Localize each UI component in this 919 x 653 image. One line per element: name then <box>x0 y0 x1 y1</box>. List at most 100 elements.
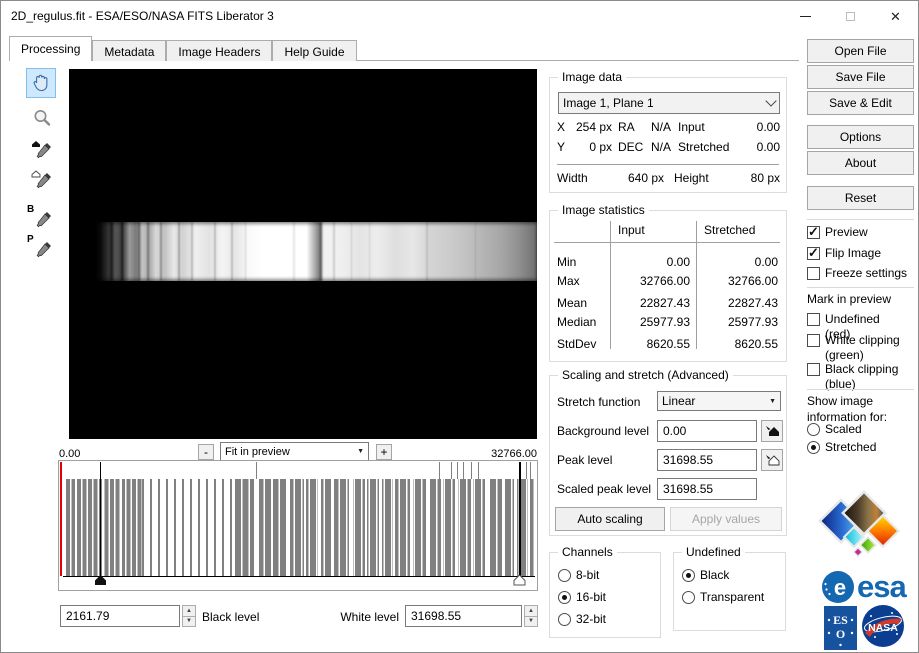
mark-option-white-clipping-green-[interactable]: White clipping (green) <box>807 333 908 363</box>
black-level-stepper[interactable]: ▲▼ <box>182 605 196 627</box>
histogram-gap <box>471 479 473 576</box>
stepper-up-icon[interactable]: ▲ <box>182 605 196 617</box>
checkbox-icon[interactable] <box>807 313 820 326</box>
histogram-gap <box>528 479 530 576</box>
histogram-range-select[interactable]: Fit in preview ▼ <box>220 442 369 461</box>
minimize-button[interactable] <box>783 2 828 31</box>
view-option-flip-image[interactable]: Flip Image <box>807 246 881 261</box>
magnifier-icon <box>32 108 52 128</box>
mark-in-preview-title: Mark in preview <box>807 292 891 308</box>
stat-input-mean: 22827.43 <box>614 296 690 310</box>
histogram-zoom-out-button[interactable]: - <box>198 444 214 460</box>
checkbox-icon[interactable] <box>807 226 820 239</box>
radio-icon[interactable] <box>807 423 820 436</box>
channel-16-bit[interactable]: 16-bit <box>558 590 606 605</box>
checkbox-icon[interactable] <box>807 334 820 347</box>
zoom-tool-button[interactable] <box>27 103 57 133</box>
histogram-zoom-in-button[interactable]: + <box>376 444 392 460</box>
stepper-down-icon[interactable]: ▼ <box>524 617 538 628</box>
stretch-function-value: Linear <box>662 394 765 408</box>
radio-icon[interactable] <box>807 441 820 454</box>
mark-option-black-clipping-blue-[interactable]: Black clipping (blue) <box>807 362 908 392</box>
white-level-stepper[interactable]: ▲▼ <box>524 605 538 627</box>
options-button[interactable]: Options <box>807 125 914 149</box>
tab-help-guide[interactable]: Help Guide <box>272 40 356 61</box>
histogram-gap <box>102 479 104 576</box>
radio-icon[interactable] <box>682 591 695 604</box>
hand-tool-button[interactable] <box>26 68 56 98</box>
histogram-gap <box>393 479 395 576</box>
radio-icon[interactable] <box>558 591 571 604</box>
black-level-marker[interactable] <box>94 575 107 586</box>
svg-text:e: e <box>834 575 846 600</box>
stretch-function-select[interactable]: Linear ▼ <box>657 391 781 411</box>
save-edit-button[interactable]: Save & Edit <box>807 91 914 115</box>
checkbox-icon[interactable] <box>807 267 820 280</box>
checkbox-icon[interactable] <box>807 247 820 260</box>
histogram-gap <box>120 479 122 576</box>
apply-values-button: Apply values <box>670 507 782 531</box>
image-statistics-group: Image statistics Input Stretched Min0.00… <box>549 210 787 362</box>
channel-8-bit[interactable]: 8-bit <box>558 568 599 583</box>
scaled-peak-level-input[interactable]: 31698.55 <box>657 478 757 500</box>
background-picker-tool-button[interactable] <box>27 135 57 165</box>
channel-label: 8-bit <box>571 568 599 583</box>
view-option-preview[interactable]: Preview <box>807 225 868 240</box>
show-info-option-stretched[interactable]: Stretched <box>807 440 876 455</box>
tab-image-headers[interactable]: Image Headers <box>166 40 272 61</box>
peak-marker-button[interactable] <box>761 449 783 471</box>
nasa-logo-icon: NASA <box>861 604 905 648</box>
histogram-canvas[interactable] <box>58 460 538 591</box>
undefined-option-black[interactable]: Black <box>682 568 729 583</box>
view-option-freeze-settings[interactable]: Freeze settings <box>807 266 907 281</box>
stepper-up-icon[interactable]: ▲ <box>524 605 538 617</box>
histogram-range-value: Fit in preview <box>225 446 353 458</box>
absorption-line <box>178 222 180 281</box>
absorption-line <box>138 222 140 281</box>
radio-icon[interactable] <box>558 613 571 626</box>
tab-metadata[interactable]: Metadata <box>92 40 166 61</box>
plane-select[interactable]: Image 1, Plane 1 <box>558 92 780 114</box>
stat-label-median: Median <box>557 315 596 329</box>
background-level-input[interactable]: 0.00 <box>657 420 757 442</box>
white-level-marker[interactable] <box>513 575 526 586</box>
reset-button[interactable]: Reset <box>807 186 914 210</box>
tab-processing[interactable]: Processing <box>9 36 92 61</box>
histogram-gap <box>254 479 259 576</box>
show-info-option-scaled[interactable]: Scaled <box>807 422 862 437</box>
black-level-input[interactable]: 2161.79 <box>60 605 180 627</box>
close-button[interactable]: ✕ <box>873 2 918 31</box>
radio-icon[interactable] <box>558 569 571 582</box>
radio-icon[interactable] <box>682 569 695 582</box>
black-level-marker-line <box>100 462 102 576</box>
background-marker-button[interactable] <box>761 420 783 442</box>
peak-picker-tool-button[interactable] <box>27 165 57 195</box>
chevron-down-icon: ▼ <box>765 398 776 405</box>
about-button[interactable]: About <box>807 151 914 175</box>
show-info-option-label: Stretched <box>820 440 876 455</box>
table-divider <box>610 221 611 349</box>
channel-label: 32-bit <box>571 612 606 627</box>
save-file-button[interactable]: Save File <box>807 65 914 89</box>
divider <box>807 287 914 288</box>
app-window: 2D_regulus.fit - ESA/ESO/NASA FITS Liber… <box>0 0 919 653</box>
checkbox-icon[interactable] <box>807 363 820 376</box>
peak-level-input[interactable]: 31698.55 <box>657 449 757 471</box>
black-level-picker-tool-button[interactable]: B <box>27 204 57 234</box>
divider <box>557 164 779 165</box>
stat-label-max: Max <box>557 274 580 288</box>
histogram-tick <box>256 462 257 479</box>
white-level-picker-tool-button[interactable]: P <box>27 234 57 264</box>
white-level-input[interactable]: 31698.55 <box>405 605 522 627</box>
open-file-button[interactable]: Open File <box>807 39 914 63</box>
undefined-option-transparent[interactable]: Transparent <box>682 590 764 605</box>
histogram-gap <box>441 479 443 576</box>
channel-32-bit[interactable]: 32-bit <box>558 612 606 627</box>
minimize-icon <box>800 16 811 17</box>
svg-text:ES: ES <box>833 613 848 627</box>
auto-scaling-button[interactable]: Auto scaling <box>555 507 665 531</box>
image-preview[interactable] <box>69 69 537 439</box>
stepper-down-icon[interactable]: ▼ <box>182 617 196 628</box>
ra-value: N/A <box>638 120 671 134</box>
histogram-max-label: 32766.00 <box>441 448 537 460</box>
